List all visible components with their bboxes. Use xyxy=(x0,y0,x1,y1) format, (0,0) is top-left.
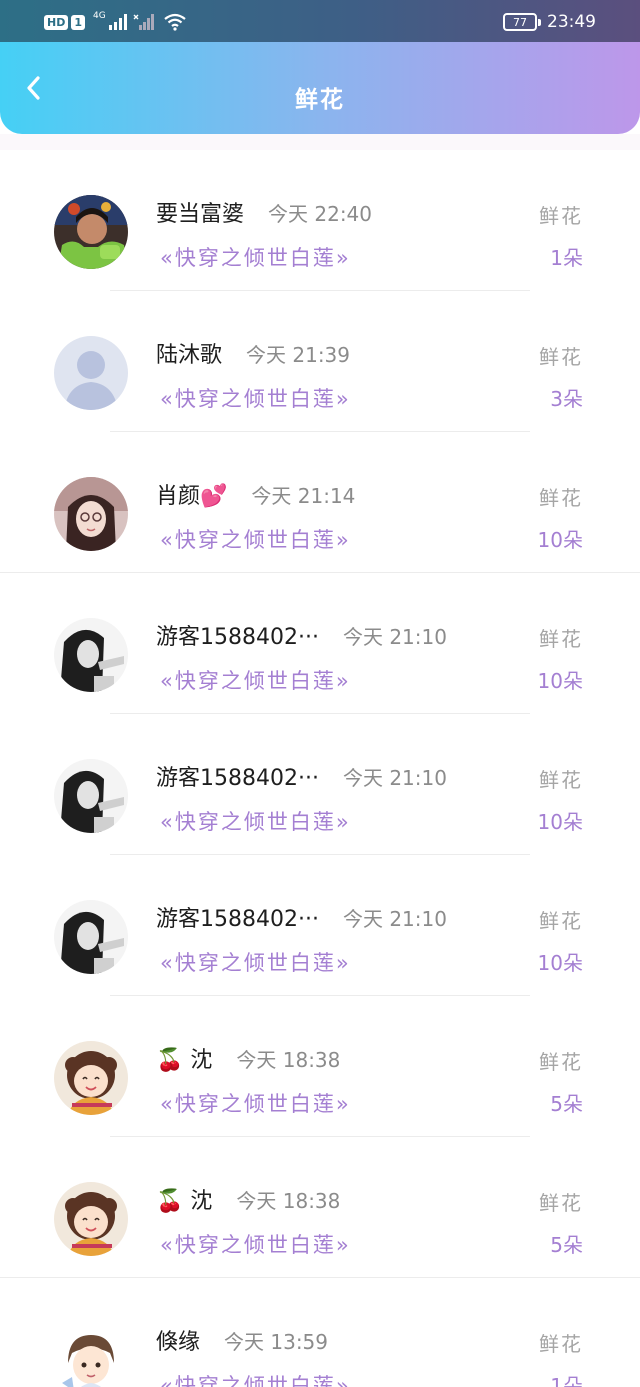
list-item[interactable]: 倏缘 今天 13:59 «快穿之倾世白莲» 鲜花 1朵 xyxy=(0,1278,640,1387)
battery-level: 77 xyxy=(513,15,527,29)
gift-count: 1朵 xyxy=(550,1374,583,1387)
sender-name[interactable]: 要当富婆 xyxy=(156,196,244,228)
record-header: 🍒 沈 今天 18:38 xyxy=(156,1183,340,1215)
avatar[interactable] xyxy=(54,1182,128,1256)
gift-type: 鲜花 xyxy=(539,909,583,933)
avatar[interactable] xyxy=(54,1041,128,1115)
status-right: 77 23:49 xyxy=(503,10,596,34)
list-item[interactable]: 游客1588402··· 今天 21:10 «快穿之倾世白莲» 鲜花 10朵 xyxy=(0,573,640,714)
signal-icon xyxy=(108,14,127,30)
send-time: 今天 21:14 xyxy=(251,483,356,508)
record-header: 游客1588402··· 今天 21:10 xyxy=(156,619,447,651)
record-header: 倏缘 今天 13:59 xyxy=(156,1324,328,1356)
gift-count: 3朵 xyxy=(550,387,583,411)
gift-count: 10朵 xyxy=(537,951,583,975)
hd-badge: HD xyxy=(44,14,69,30)
avatar[interactable] xyxy=(54,336,128,410)
gift-type: 鲜花 xyxy=(539,627,583,651)
gift-count: 10朵 xyxy=(537,810,583,834)
avatar[interactable] xyxy=(54,759,128,833)
battery-icon: 77 xyxy=(503,13,541,31)
book-title-link[interactable]: «快穿之倾世白莲» xyxy=(160,1088,351,1118)
page-title: 鲜花 xyxy=(295,87,345,113)
sender-name[interactable]: 🍒 沈 xyxy=(156,1183,212,1215)
record-header: 游客1588402··· 今天 21:10 xyxy=(156,901,447,933)
list-item[interactable]: 要当富婆 今天 22:40 «快穿之倾世白莲» 鲜花 1朵 xyxy=(0,150,640,291)
gift-type: 鲜花 xyxy=(539,345,583,369)
gift-type: 鲜花 xyxy=(539,1050,583,1074)
avatar[interactable] xyxy=(54,1323,128,1387)
record-header: 要当富婆 今天 22:40 xyxy=(156,196,372,228)
list-item[interactable]: 🍒 沈 今天 18:38 «快穿之倾世白莲» 鲜花 5朵 xyxy=(0,1137,640,1278)
send-time: 今天 21:10 xyxy=(342,624,447,649)
list-item[interactable]: 游客1588402··· 今天 21:10 «快穿之倾世白莲» 鲜花 10朵 xyxy=(0,714,640,855)
send-time: 今天 22:40 xyxy=(268,201,373,226)
gift-type: 鲜花 xyxy=(539,768,583,792)
sender-name[interactable]: 游客1588402··· xyxy=(156,901,319,933)
status-clock: 23:49 xyxy=(547,12,596,32)
status-bar: HD 1 4G 77 23:49 xyxy=(0,0,640,42)
record-header: 游客1588402··· 今天 21:10 xyxy=(156,760,447,792)
send-time: 今天 13:59 xyxy=(224,1329,329,1354)
gift-type: 鲜花 xyxy=(539,204,583,228)
status-left: HD 1 4G xyxy=(44,10,187,34)
avatar[interactable] xyxy=(54,195,128,269)
list-item[interactable]: 游客1588402··· 今天 21:10 «快穿之倾世白莲» 鲜花 10朵 xyxy=(0,855,640,996)
list-item[interactable]: 陆沐歌 今天 21:39 «快穿之倾世白莲» 鲜花 3朵 xyxy=(0,291,640,432)
record-header: 陆沐歌 今天 21:39 xyxy=(156,337,350,369)
record-header: 肖颜💕 今天 21:14 xyxy=(156,478,355,510)
sender-name[interactable]: 陆沐歌 xyxy=(156,337,222,369)
header-bar: 鲜花 xyxy=(0,42,640,134)
list-top-spacer xyxy=(0,134,640,150)
record-header: 🍒 沈 今天 18:38 xyxy=(156,1042,340,1074)
sender-name[interactable]: 游客1588402··· xyxy=(156,760,319,792)
gift-count: 10朵 xyxy=(537,669,583,693)
send-time: 今天 21:39 xyxy=(246,342,351,367)
gift-type: 鲜花 xyxy=(539,1191,583,1215)
send-time: 今天 21:10 xyxy=(342,765,447,790)
book-title-link[interactable]: «快穿之倾世白莲» xyxy=(160,947,351,977)
sender-name[interactable]: 🍒 沈 xyxy=(156,1042,212,1074)
book-title-link[interactable]: «快穿之倾世白莲» xyxy=(160,1229,351,1259)
book-title-link[interactable]: «快穿之倾世白莲» xyxy=(160,665,351,695)
book-title-link[interactable]: «快穿之倾世白莲» xyxy=(160,524,351,554)
gift-count: 10朵 xyxy=(537,528,583,552)
avatar[interactable] xyxy=(54,900,128,974)
send-time: 今天 18:38 xyxy=(236,1047,341,1072)
wifi-icon xyxy=(164,13,186,31)
sender-name[interactable]: 游客1588402··· xyxy=(156,619,319,651)
book-title-link[interactable]: «快穿之倾世白莲» xyxy=(160,806,351,836)
sender-name[interactable]: 倏缘 xyxy=(156,1324,200,1356)
sender-name[interactable]: 肖颜💕 xyxy=(156,478,227,510)
gift-type: 鲜花 xyxy=(539,486,583,510)
avatar[interactable] xyxy=(54,618,128,692)
gift-count: 5朵 xyxy=(550,1092,583,1116)
gift-type: 鲜花 xyxy=(539,1332,583,1356)
avatar[interactable] xyxy=(54,477,128,551)
flower-record-list: 要当富婆 今天 22:40 «快穿之倾世白莲» 鲜花 1朵 陆沐歌 今天 21:… xyxy=(0,150,640,1387)
gift-count: 1朵 xyxy=(550,246,583,270)
book-title-link[interactable]: «快穿之倾世白莲» xyxy=(160,383,351,413)
network-type-label: 4G xyxy=(93,11,106,21)
book-title-link[interactable]: «快穿之倾世白莲» xyxy=(160,242,351,272)
list-item[interactable]: 肖颜💕 今天 21:14 «快穿之倾世白莲» 鲜花 10朵 xyxy=(0,432,640,573)
list-item[interactable]: 🍒 沈 今天 18:38 «快穿之倾世白莲» 鲜花 5朵 xyxy=(0,996,640,1137)
signal-secondary-icon xyxy=(133,14,154,30)
gift-count: 5朵 xyxy=(550,1233,583,1257)
sim-badge: 1 xyxy=(71,14,85,30)
send-time: 今天 18:38 xyxy=(236,1188,341,1213)
send-time: 今天 21:10 xyxy=(342,906,447,931)
book-title-link[interactable]: «快穿之倾世白莲» xyxy=(160,1370,351,1387)
